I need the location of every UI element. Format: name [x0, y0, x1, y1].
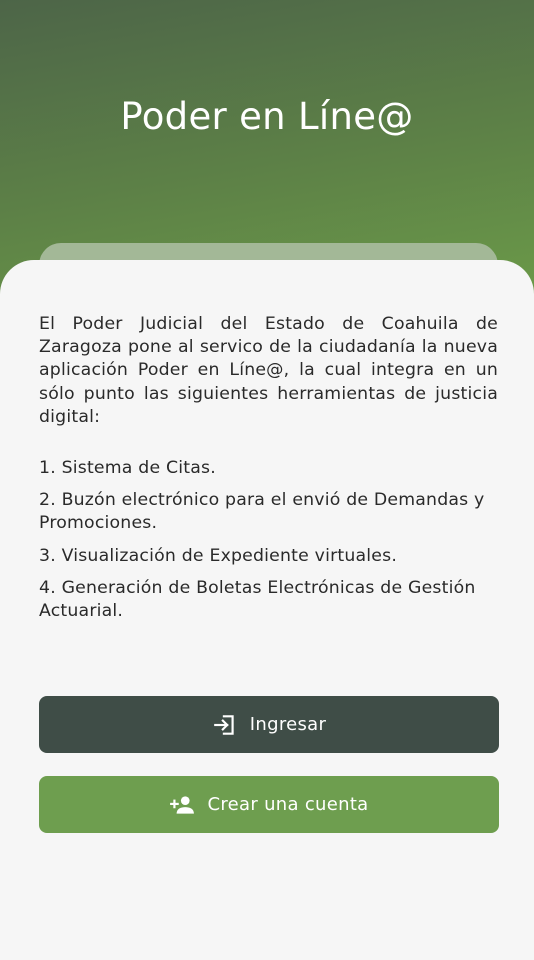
person-add-icon	[169, 792, 195, 818]
login-button-label: Ingresar	[249, 714, 327, 735]
login-icon	[212, 712, 238, 738]
login-button[interactable]: Ingresar	[39, 696, 499, 753]
intro-text: El Poder Judicial del Estado de Coahuila…	[39, 314, 498, 427]
app-title: Poder en Líne@	[120, 95, 414, 138]
create-account-button-label: Crear una cuenta	[207, 794, 369, 815]
feature-item: 4. Generación de Boletas Electrónicas de…	[39, 577, 476, 622]
create-account-button[interactable]: Crear una cuenta	[39, 776, 499, 833]
feature-item: 1. Sistema de Citas.	[39, 458, 216, 478]
feature-item: 2. Buzón electrónico para el envió de De…	[39, 490, 485, 534]
feature-item: 3. Visualización de Expediente virtuales…	[39, 545, 398, 566]
features-list: 1. Sistema de Citas. 2. Buzón electrónic…	[39, 457, 498, 632]
